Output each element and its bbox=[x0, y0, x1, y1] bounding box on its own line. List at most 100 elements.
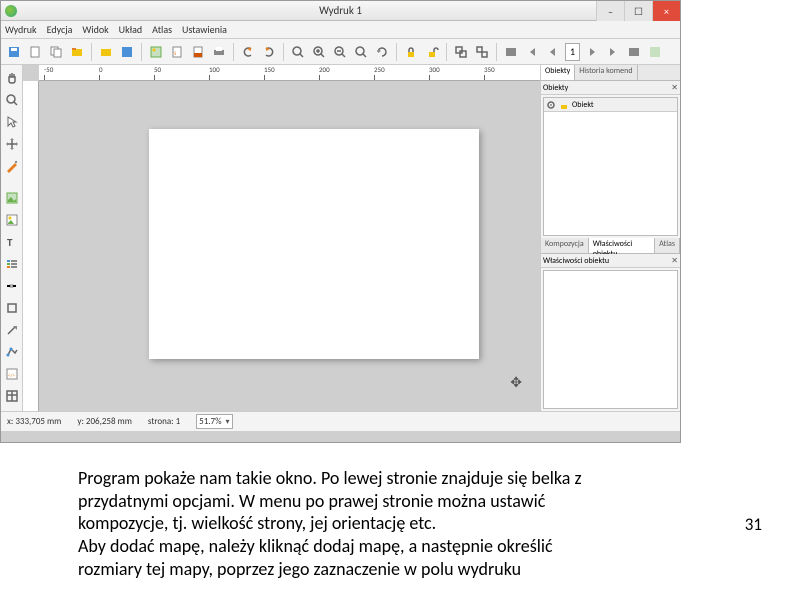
add-html-button[interactable]: </> bbox=[3, 365, 21, 383]
main-toolbar: S 1 bbox=[1, 39, 680, 65]
add-map-button[interactable] bbox=[3, 189, 21, 207]
maximize-button[interactable]: ☐ bbox=[624, 1, 652, 21]
menu-atlas[interactable]: Atlas bbox=[152, 23, 172, 36]
ruler-tick: 150 bbox=[264, 65, 275, 74]
zoom-full-button[interactable] bbox=[289, 43, 307, 61]
unlock-button[interactable] bbox=[423, 43, 441, 61]
zoom-out-button[interactable] bbox=[331, 43, 349, 61]
ruler-tick: -50 bbox=[44, 65, 53, 74]
add-shape-button[interactable] bbox=[3, 299, 21, 317]
undo-button[interactable] bbox=[239, 43, 257, 61]
lock-icon bbox=[559, 100, 569, 110]
menubar: Wydruk Edycja Widok Układ Atlas Ustawien… bbox=[1, 21, 680, 39]
app-window: Wydruk 1 – ☐ × Wydruk Edycja Widok Układ… bbox=[0, 0, 681, 443]
tab-historia[interactable]: Historia komend bbox=[575, 65, 637, 80]
zoom-combo[interactable]: 51.7% bbox=[196, 414, 232, 429]
ruler-tick: 100 bbox=[209, 65, 220, 74]
tab-atlas[interactable]: Atlas bbox=[655, 238, 680, 253]
add-table-button[interactable] bbox=[3, 387, 21, 405]
panel-header-obiekty: Obiekty ✕ bbox=[541, 81, 680, 95]
close-button[interactable]: × bbox=[652, 1, 680, 21]
separator bbox=[496, 43, 497, 61]
print-button[interactable] bbox=[210, 43, 228, 61]
menu-edycja[interactable]: Edycja bbox=[47, 23, 73, 36]
status-x: x: 333,705 mm bbox=[7, 416, 61, 427]
zoom-in-button[interactable] bbox=[310, 43, 328, 61]
caption-line: rozmiary tej mapy, poprzez jego zaznacze… bbox=[78, 558, 648, 581]
first-page-button[interactable] bbox=[523, 43, 541, 61]
add-nodes-button[interactable] bbox=[3, 343, 21, 361]
new-composer-button[interactable] bbox=[26, 43, 44, 61]
add-scalebar-button[interactable] bbox=[3, 277, 21, 295]
atlas-export-button[interactable] bbox=[625, 43, 643, 61]
separator bbox=[396, 43, 397, 61]
slide-page-number: 31 bbox=[745, 514, 762, 535]
prev-page-button[interactable] bbox=[544, 43, 562, 61]
eye-icon bbox=[546, 100, 556, 110]
pan-button[interactable] bbox=[3, 69, 21, 87]
lock-button[interactable] bbox=[402, 43, 420, 61]
add-arrow-button[interactable] bbox=[3, 321, 21, 339]
group-button[interactable] bbox=[452, 43, 470, 61]
panel-tabs-top: Obiekty Historia komend bbox=[541, 65, 680, 81]
caption-line: kompozycje, tj. wielkość strony, jej ori… bbox=[78, 512, 648, 535]
menu-ustawienia[interactable]: Ustawienia bbox=[182, 23, 227, 36]
separator bbox=[141, 43, 142, 61]
panel-header-wlasciwosci: Właściwości obiektu ✕ bbox=[541, 254, 680, 268]
page[interactable] bbox=[149, 129, 479, 359]
zoom-value: 51.7% bbox=[199, 416, 221, 427]
panel-tabs-mid: Kompozycja Właściwości obiektu Atlas bbox=[541, 238, 680, 254]
export-pdf-button[interactable] bbox=[189, 43, 207, 61]
atlas-preview-button[interactable] bbox=[502, 43, 520, 61]
status-page: strona: 1 bbox=[148, 416, 180, 427]
tab-wlasciwosci[interactable]: Właściwości obiektu bbox=[589, 238, 655, 253]
redo-button[interactable] bbox=[260, 43, 278, 61]
tab-obiekty[interactable]: Obiekty bbox=[541, 65, 575, 80]
next-page-button[interactable] bbox=[583, 43, 601, 61]
atlas-settings-button[interactable] bbox=[646, 43, 664, 61]
last-page-button[interactable] bbox=[604, 43, 622, 61]
select-tool-button[interactable] bbox=[3, 113, 21, 131]
titlebar: Wydruk 1 – ☐ × bbox=[1, 1, 680, 21]
load-template-button[interactable] bbox=[97, 43, 115, 61]
save-button[interactable] bbox=[5, 43, 23, 61]
page-spinner[interactable]: 1 bbox=[565, 43, 580, 61]
tab-kompozycja[interactable]: Kompozycja bbox=[541, 238, 589, 253]
add-image-button[interactable] bbox=[3, 211, 21, 229]
move-content-button[interactable] bbox=[3, 135, 21, 153]
panel-close-icon[interactable]: ✕ bbox=[671, 256, 678, 266]
edit-nodes-button[interactable] bbox=[3, 157, 21, 175]
add-label-button[interactable]: T bbox=[3, 233, 21, 251]
duplicate-button[interactable] bbox=[47, 43, 65, 61]
caption-line: przydatnymi opcjami. W menu po prawej st… bbox=[78, 490, 648, 513]
minimize-button[interactable]: – bbox=[596, 1, 624, 21]
column-label: Obiekt bbox=[572, 100, 594, 110]
ruler-tick: 0 bbox=[99, 65, 103, 74]
menu-wydruk[interactable]: Wydruk bbox=[5, 23, 37, 36]
items-panel: Obiekt bbox=[543, 97, 678, 236]
manager-button[interactable] bbox=[68, 43, 86, 61]
export-image-button[interactable] bbox=[147, 43, 165, 61]
qgis-logo-icon bbox=[5, 5, 17, 17]
separator bbox=[91, 43, 92, 61]
svg-text:</>: </> bbox=[8, 373, 15, 379]
caption-line: Program pokaże nam takie okno. Po lewej … bbox=[78, 467, 648, 490]
refresh-button[interactable] bbox=[373, 43, 391, 61]
window-title: Wydruk 1 bbox=[319, 4, 362, 17]
panel-close-icon[interactable]: ✕ bbox=[671, 83, 678, 93]
panel-title: Właściwości obiektu bbox=[543, 256, 609, 266]
status-y: y: 206,258 mm bbox=[77, 416, 132, 427]
menu-uklad[interactable]: Układ bbox=[119, 23, 142, 36]
move-cursor-icon: ✥ bbox=[510, 374, 522, 391]
canvas[interactable]: ✥ bbox=[39, 81, 540, 411]
ungroup-button[interactable] bbox=[473, 43, 491, 61]
zoom-tool-button[interactable] bbox=[3, 91, 21, 109]
save-template-button[interactable] bbox=[118, 43, 136, 61]
ruler-tick: 200 bbox=[319, 65, 330, 74]
window-buttons: – ☐ × bbox=[596, 1, 680, 21]
zoom-actual-button[interactable] bbox=[352, 43, 370, 61]
export-svg-button[interactable]: S bbox=[168, 43, 186, 61]
menu-widok[interactable]: Widok bbox=[82, 23, 108, 36]
add-legend-button[interactable] bbox=[3, 255, 21, 273]
horizontal-ruler: -50 0 50 100 150 200 250 300 350 bbox=[39, 65, 540, 81]
